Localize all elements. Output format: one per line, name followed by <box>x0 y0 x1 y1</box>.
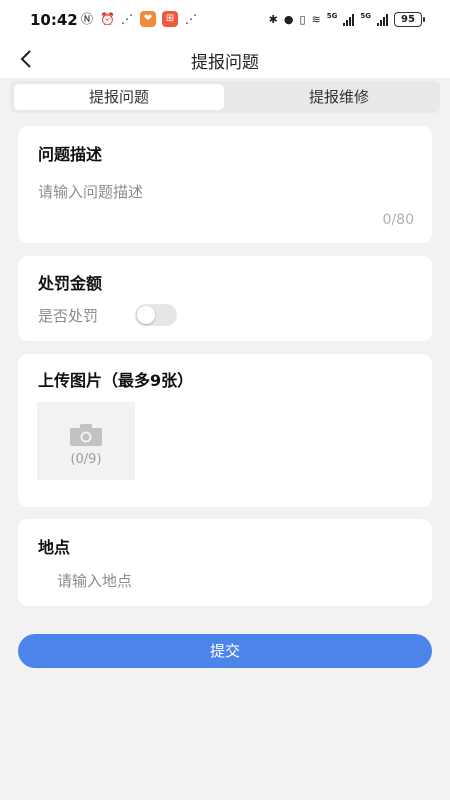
description-input[interactable]: 请输入问题描述 <box>38 181 143 202</box>
signal-icon <box>343 13 355 26</box>
status-time: 10:42 <box>30 11 78 29</box>
upload-title: 上传图片（最多9张） <box>38 371 194 390</box>
app-notify-icon: ⋰ <box>121 12 133 26</box>
camera-icon <box>70 424 102 446</box>
toggle-knob <box>137 306 155 324</box>
vibrate-icon: ▯ <box>299 13 306 26</box>
penalty-toggle[interactable] <box>135 304 177 326</box>
description-card: 问题描述 请输入问题描述 0/80 <box>18 126 432 243</box>
location-input[interactable]: 请输入地点 <box>57 570 132 591</box>
submit-button[interactable]: 提交 <box>18 634 432 668</box>
network-type: 5G <box>326 11 338 20</box>
penalty-card: 处罚金额 是否处罚 <box>18 256 432 341</box>
network-type: 5G <box>360 11 371 20</box>
tab-report-repair[interactable]: 提报维修 <box>234 84 444 110</box>
tab-bar: 提报问题 提报维修 <box>10 81 440 113</box>
bluetooth-icon: ✱ <box>268 13 278 26</box>
location-card: 地点 请输入地点 <box>18 519 432 606</box>
location-icon: ● <box>283 13 294 26</box>
nav-bar: 提报问题 <box>0 42 450 78</box>
penalty-title: 处罚金额 <box>38 274 103 293</box>
app-notify-icon: ⋰ <box>185 12 197 26</box>
description-counter: 0/80 <box>382 212 414 228</box>
signal-icon <box>377 13 388 26</box>
nfc-icon: Ⓝ <box>80 12 93 26</box>
upload-image-button[interactable]: (0/9) <box>37 402 135 480</box>
wifi-icon: ≋ <box>311 13 321 26</box>
penalty-toggle-label: 是否处罚 <box>38 307 99 325</box>
status-system-icons: ✱ ● ▯ ≋ 5G 5G 95 <box>268 11 425 27</box>
app-badge-icon: ❤ <box>140 11 156 27</box>
location-title: 地点 <box>38 538 71 557</box>
battery-icon: 95 <box>394 12 425 27</box>
app-badge-icon: ⊞ <box>162 11 178 27</box>
description-title: 问题描述 <box>38 145 103 164</box>
status-bar: 10:42 Ⓝ ⏰ ⋰ ❤ ⊞ ⋰ ✱ ● ▯ ≋ 5G 5G 95 <box>0 0 450 42</box>
upload-count: (0/9) <box>70 452 102 467</box>
tab-report-issue[interactable]: 提报问题 <box>14 84 224 110</box>
upload-card: 上传图片（最多9张） (0/9) <box>18 354 432 507</box>
status-notification-icons: Ⓝ ⏰ ⋰ ❤ ⊞ ⋰ <box>80 11 198 27</box>
alarm-icon: ⏰ <box>100 12 115 26</box>
page-title: 提报问题 <box>191 53 259 73</box>
